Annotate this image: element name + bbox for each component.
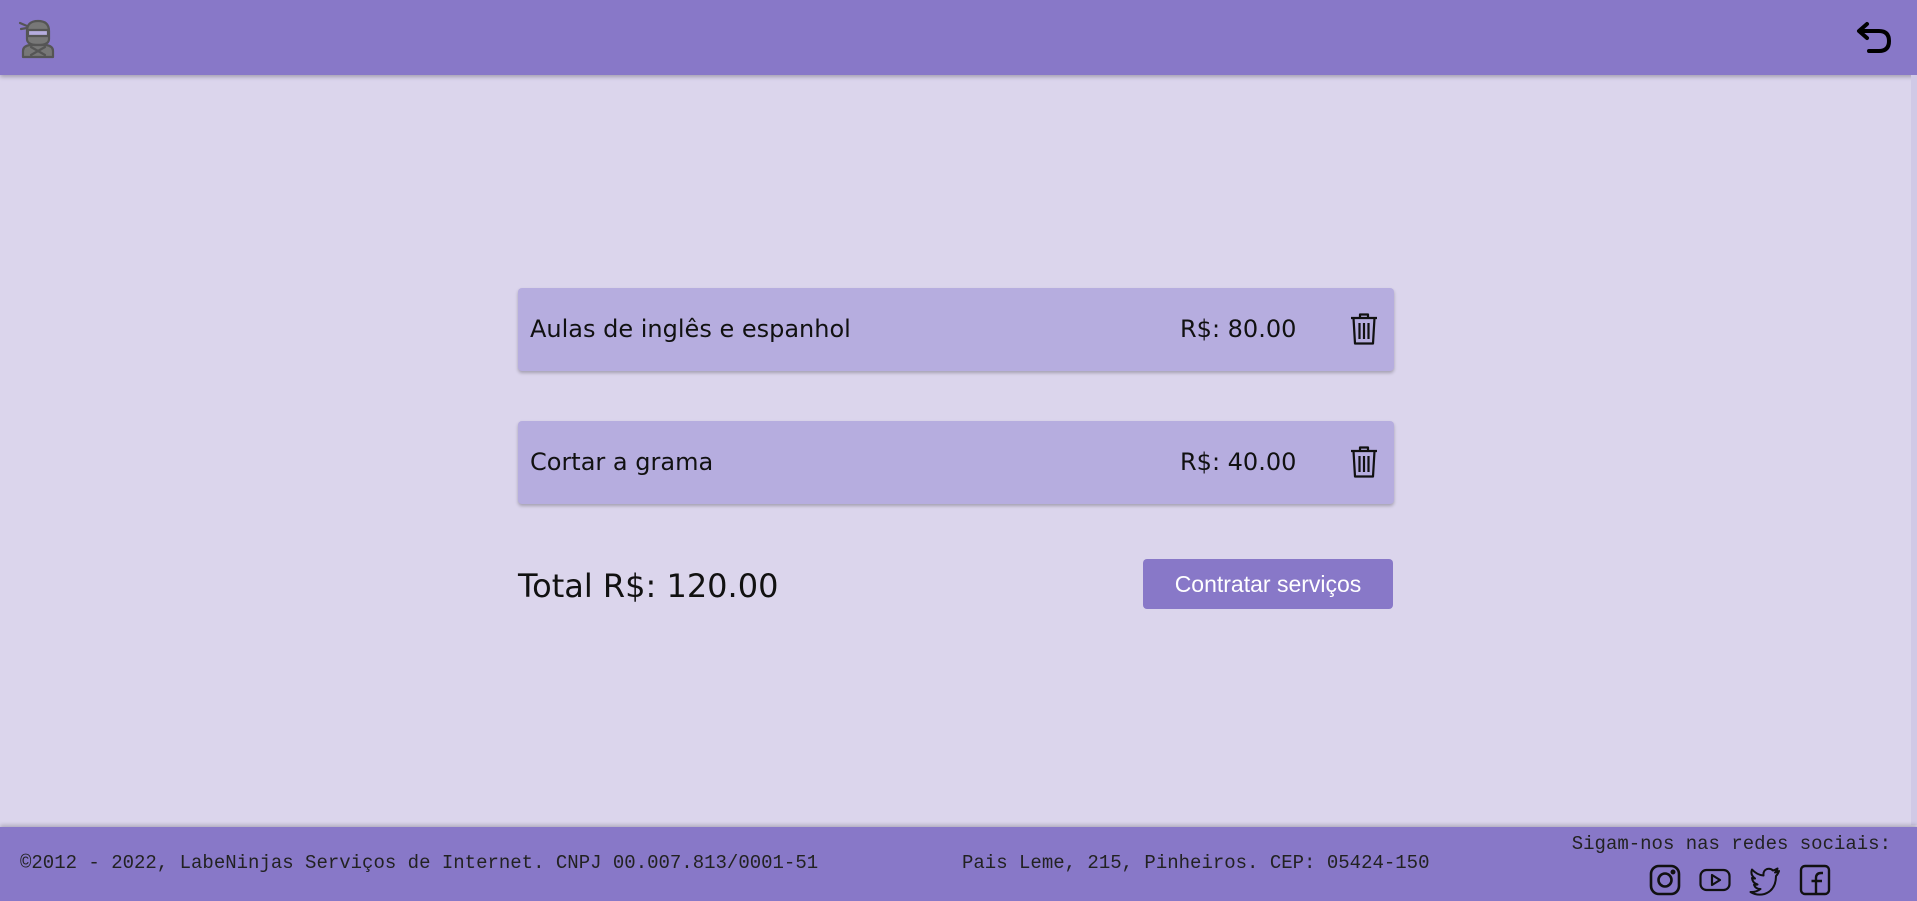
youtube-icon[interactable] <box>1699 864 1731 896</box>
top-bar <box>0 0 1917 75</box>
cart-item-name: Aulas de inglês e espanhol <box>530 315 851 343</box>
cart-item-price: R$: 80.00 <box>1180 315 1297 343</box>
ninja-icon[interactable] <box>18 17 58 59</box>
cart-item-price: R$: 40.00 <box>1180 448 1297 476</box>
page-scrollbar[interactable] <box>1911 75 1917 825</box>
social-links: Sigam-nos nas redes sociais: <box>1551 832 1891 898</box>
cart-item: Aulas de inglês e espanhol R$: 80.00 <box>518 288 1394 371</box>
trash-icon[interactable] <box>1350 313 1378 345</box>
cart-summary: Total R$: 120.00 Contratar serviços <box>518 559 1394 609</box>
cart-item: Cortar a grama R$: 40.00 <box>518 421 1394 504</box>
facebook-icon[interactable] <box>1799 864 1831 896</box>
cart-list: Aulas de inglês e espanhol R$: 80.00 Cor… <box>518 288 1394 554</box>
social-title: Sigam-nos nas redes sociais: <box>1571 833 1891 855</box>
twitter-icon[interactable] <box>1749 864 1781 896</box>
social-icons <box>1649 864 1831 896</box>
footer-address: Pais Leme, 215, Pinheiros. CEP: 05424-15… <box>962 852 1430 874</box>
instagram-icon[interactable] <box>1649 864 1681 896</box>
undo-arrow-icon[interactable] <box>1855 20 1893 56</box>
hire-services-button[interactable]: Contratar serviços <box>1143 559 1393 609</box>
cart-total: Total R$: 120.00 <box>518 567 779 605</box>
trash-icon[interactable] <box>1350 446 1378 478</box>
footer: ©2012 - 2022, LabeNinjas Serviços de Int… <box>0 827 1917 901</box>
footer-copyright: ©2012 - 2022, LabeNinjas Serviços de Int… <box>20 852 819 874</box>
cart-item-name: Cortar a grama <box>530 448 714 476</box>
